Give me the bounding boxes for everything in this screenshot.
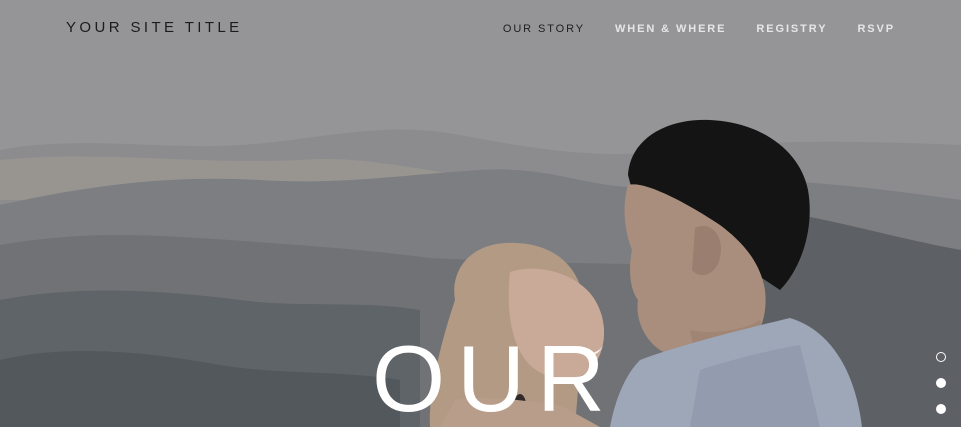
- slide-indicator: [936, 352, 946, 414]
- hero-section: YOUR SITE TITLE OUR STORY WHEN & WHERE R…: [0, 0, 961, 427]
- nav-item-when-where[interactable]: WHEN & WHERE: [615, 23, 726, 35]
- hero-headline: OUR: [372, 326, 617, 427]
- slide-dot-1[interactable]: [936, 352, 946, 362]
- site-title[interactable]: YOUR SITE TITLE: [66, 19, 243, 36]
- nav-item-registry[interactable]: REGISTRY: [756, 23, 827, 35]
- main-navigation: OUR STORY WHEN & WHERE REGISTRY RSVP: [473, 23, 895, 35]
- slide-dot-2[interactable]: [936, 378, 946, 388]
- nav-item-rsvp[interactable]: RSVP: [857, 23, 895, 35]
- nav-item-our-story[interactable]: OUR STORY: [503, 23, 585, 35]
- slide-dot-3[interactable]: [936, 404, 946, 414]
